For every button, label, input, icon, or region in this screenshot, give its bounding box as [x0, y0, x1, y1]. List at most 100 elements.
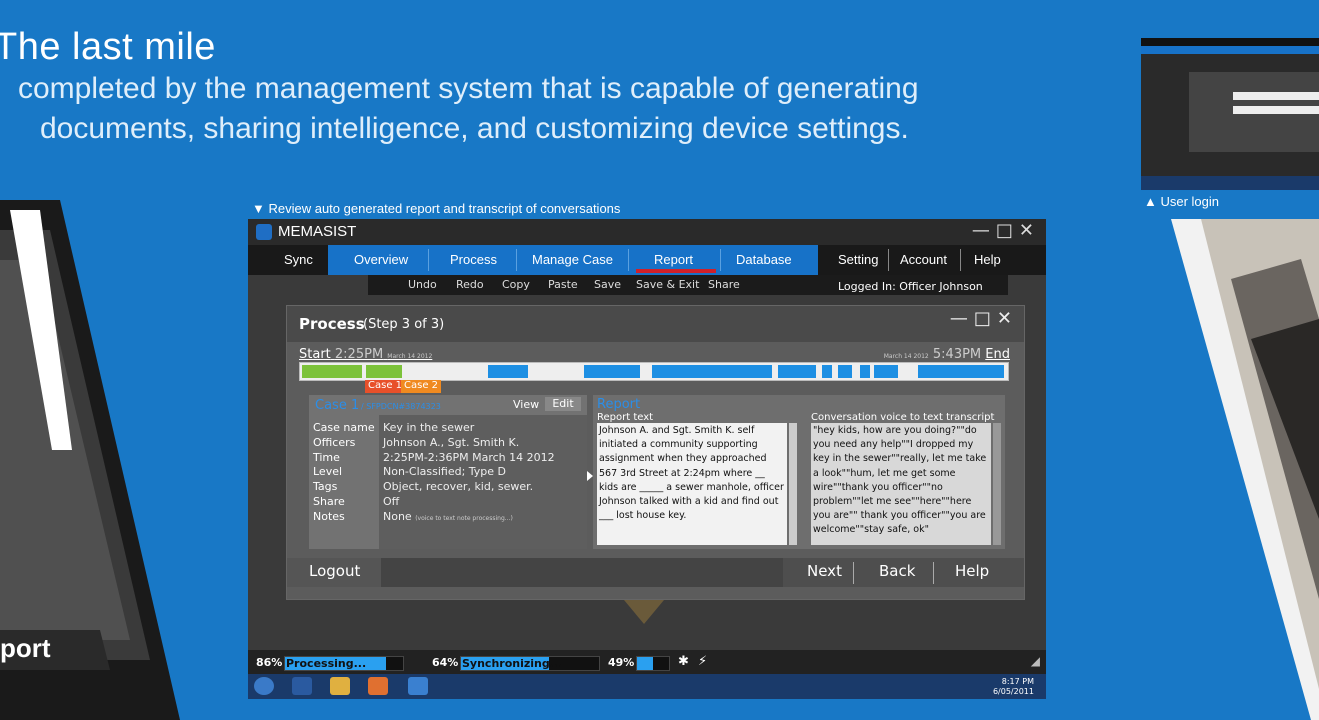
- menu-account[interactable]: Account: [900, 252, 947, 267]
- field-label: Notes: [313, 510, 345, 523]
- processing-label: Processing...: [286, 657, 367, 670]
- battery-icon: [636, 656, 670, 671]
- status-bar: 86% Processing... 64% Synchronizing... 4…: [248, 650, 1046, 674]
- timeline-segment[interactable]: [488, 365, 528, 378]
- browser-icon[interactable]: [292, 677, 312, 695]
- field-label: Officers: [313, 436, 356, 449]
- menu-setting[interactable]: Setting: [838, 252, 878, 267]
- processing-progress: Processing...: [284, 656, 404, 671]
- panel-footer: Logout Next Back Help: [287, 558, 1024, 587]
- media-player-icon[interactable]: [368, 677, 388, 695]
- timeline-segment-case1[interactable]: [302, 365, 362, 378]
- logged-in-status: Logged In: Officer Johnson: [838, 280, 983, 293]
- time-value: 2:25PM-2:36PM March 14 2012: [383, 451, 555, 464]
- start-button-icon[interactable]: [254, 677, 274, 695]
- redo-button[interactable]: Redo: [456, 278, 484, 291]
- transcript-title: Conversation voice to text transcript: [811, 412, 995, 423]
- battery-percent: 49%: [608, 656, 635, 669]
- officers-value: Johnson A., Sgt. Smith K.: [383, 436, 520, 449]
- report-title: Report: [597, 397, 641, 412]
- notes-hint: (voice to text note processing...): [415, 515, 513, 522]
- process-title: Process: [299, 315, 365, 333]
- review-caption: ▼ Review auto generated report and trans…: [252, 201, 621, 216]
- tab-overview[interactable]: Overview: [354, 252, 408, 267]
- timeline-segment-case2[interactable]: [366, 365, 402, 378]
- next-button[interactable]: Next: [807, 562, 842, 580]
- tab-database[interactable]: Database: [736, 252, 792, 267]
- sync-percent: 64%: [432, 656, 459, 669]
- undo-button[interactable]: Undo: [408, 278, 437, 291]
- main-tabs: Overview Process Manage Case Report Data…: [328, 245, 818, 275]
- timeline-start: Start 2:25PM March 14 2012: [299, 347, 432, 362]
- timeline-segment[interactable]: [860, 365, 870, 378]
- process-panel-header: Process (Step 3 of 3) —□✕: [287, 306, 1024, 342]
- tab-sync[interactable]: Sync: [284, 252, 313, 267]
- logout-button[interactable]: Logout: [287, 558, 381, 587]
- os-taskbar: 8:17 PM 6/05/2011: [248, 674, 1046, 699]
- window-controls[interactable]: —□✕: [972, 220, 1040, 241]
- username-field: [1233, 92, 1319, 100]
- panel-window-controls[interactable]: —□✕: [950, 308, 1018, 329]
- report-text-title: Report text: [597, 412, 654, 423]
- tags-value: Object, recover, kid, sewer.: [383, 480, 534, 493]
- report-scrollbar[interactable]: [789, 423, 797, 545]
- end-date: March 14 2012: [883, 353, 929, 360]
- start-label: Start: [299, 347, 331, 362]
- start-time: 2:25PM: [334, 347, 384, 362]
- timeline-segment[interactable]: [584, 365, 640, 378]
- back-button[interactable]: Back: [879, 562, 915, 580]
- case2-tag[interactable]: Case 2: [401, 380, 442, 393]
- login-thumbnail: [1141, 38, 1319, 190]
- timeline-segment[interactable]: [652, 365, 772, 378]
- paste-button[interactable]: Paste: [548, 278, 578, 291]
- report-text[interactable]: Johnson A. and Sgt. Smith K. self initia…: [597, 423, 787, 545]
- title-bar: MEMASIST —□✕: [248, 219, 1046, 245]
- view-button[interactable]: View: [513, 398, 539, 411]
- level-value: Non-Classified; Type D: [383, 465, 507, 478]
- case-title: Case 1: [315, 398, 360, 413]
- power-plug-icon: ⚡: [698, 654, 708, 669]
- timeline-end: March 14 2012 5:43PM End: [884, 347, 1010, 362]
- field-label: Level: [313, 465, 343, 478]
- tab-process[interactable]: Process: [450, 252, 497, 267]
- login-caption: ▲ User login: [1144, 194, 1220, 209]
- logout-label: Logout: [309, 562, 361, 580]
- case1-tag[interactable]: Case 1: [365, 380, 406, 393]
- transcript-scrollbar[interactable]: [993, 423, 1001, 545]
- help-button[interactable]: Help: [955, 562, 989, 580]
- edit-button[interactable]: Edit: [545, 397, 581, 411]
- end-time: 5:43PM: [932, 347, 982, 362]
- down-chevron-icon: [624, 600, 664, 624]
- timeline-segment[interactable]: [778, 365, 816, 378]
- timeline-segment[interactable]: [918, 365, 1004, 378]
- process-step: (Step 3 of 3): [363, 317, 445, 332]
- process-panel: Process (Step 3 of 3) —□✕ Start 2:25PM M…: [286, 305, 1025, 600]
- case-name-value: Key in the sewer: [383, 421, 475, 434]
- report-section: Report Report text Conversation voice to…: [593, 395, 1005, 549]
- right-device-photo: [1171, 219, 1319, 720]
- save-exit-button[interactable]: Save & Exit: [636, 278, 699, 291]
- copy-button[interactable]: Copy: [502, 278, 530, 291]
- field-label: Tags: [313, 480, 338, 493]
- share-button[interactable]: Share: [708, 278, 740, 291]
- sync-progress: Synchronizing...: [460, 656, 600, 671]
- tab-manage-case[interactable]: Manage Case: [532, 252, 613, 267]
- save-button[interactable]: Save: [594, 278, 621, 291]
- bluetooth-icon[interactable]: ✱: [678, 654, 689, 669]
- case-details: Case 1 / SFPDCN#3874323 View Edit Case n…: [309, 395, 587, 549]
- page-subtitle-line2: documents, sharing intelligence, and cus…: [40, 112, 909, 145]
- timeline-segment[interactable]: [838, 365, 852, 378]
- memasist-taskbar-icon[interactable]: [408, 677, 428, 695]
- password-field: [1233, 106, 1319, 114]
- memasist-logo-icon: [256, 224, 272, 240]
- timeline-segment[interactable]: [822, 365, 832, 378]
- tab-report[interactable]: Report: [654, 252, 693, 267]
- folder-icon[interactable]: [330, 677, 350, 695]
- timeline-segment[interactable]: [874, 365, 898, 378]
- resize-grip-icon[interactable]: ◢: [1031, 654, 1040, 668]
- transcript-text[interactable]: "hey kids, how are you doing?""do you ne…: [811, 423, 991, 545]
- menu-help[interactable]: Help: [974, 252, 1001, 267]
- field-label: Share: [313, 495, 345, 508]
- process-timeline[interactable]: [299, 362, 1009, 381]
- app-window: MEMASIST —□✕ Sync Setting Account Help O…: [248, 219, 1046, 699]
